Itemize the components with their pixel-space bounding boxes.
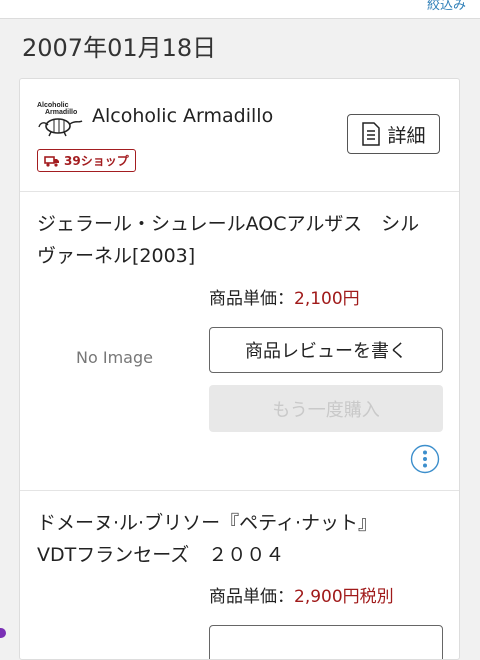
shop-header: Alcoholic Armadillo Alcoholic Armadillo … (20, 79, 459, 192)
item-title[interactable]: ドメーヌ·ル·ブリソー『ペティ·ナット』 VDTフランセーズ ２００４ (37, 507, 447, 571)
shop-badge-label: 39ショップ (64, 154, 129, 168)
write-review-button[interactable] (209, 625, 443, 659)
item-price: 商品単価：2,100円 (209, 284, 360, 309)
item-price-label: 商品単価： (209, 587, 294, 607)
item-price-value: 2,100円 (294, 289, 360, 309)
shop-name[interactable]: Alcoholic Armadillo (92, 105, 273, 127)
shop-logo: Alcoholic Armadillo (37, 102, 83, 137)
truck-icon (44, 155, 59, 167)
order-item: ジェラール・シュレールAOCアルザス シル ヴァーネル[2003] 商品単価：2… (20, 192, 459, 491)
buy-again-button[interactable]: もう一度購入 (209, 385, 443, 432)
item-title[interactable]: ジェラール・シュレールAOCアルザス シル ヴァーネル[2003] (37, 208, 447, 272)
document-icon (362, 122, 381, 146)
shop-logo-text-1: Alcoholic (37, 102, 69, 109)
filter-link[interactable]: 絞込み (427, 0, 466, 13)
order-card: Alcoholic Armadillo Alcoholic Armadillo … (19, 78, 460, 660)
shop-39-badge: 39ショップ (37, 149, 136, 172)
item-title-line-2: ヴァーネル[2003] (37, 245, 196, 267)
shop-detail-label: 詳細 (387, 124, 426, 147)
item-title-line-1: ドメーヌ·ル·ブリソー『ペティ·ナット』 (37, 512, 377, 534)
item-title-line-2: VDTフランセーズ ２００４ (37, 544, 285, 566)
item-title-line-1: ジェラール・シュレールAOCアルザス シル (37, 213, 420, 235)
item-price-label: 商品単価： (209, 289, 294, 309)
write-review-button[interactable]: 商品レビューを書く (209, 327, 443, 373)
item-price-value: 2,900円税別 (294, 587, 394, 607)
more-options-icon[interactable] (410, 444, 440, 474)
shop-logo-text-2: Armadillo (45, 109, 77, 116)
order-date-heading: 2007年01月18日 (22, 34, 217, 62)
shop-detail-button[interactable]: 詳細 (347, 114, 440, 154)
no-image-placeholder: No Image (76, 348, 153, 367)
top-bar: 絞込み (0, 0, 480, 19)
edge-indicator (0, 628, 6, 638)
order-item: ドメーヌ·ル·ブリソー『ペティ·ナット』 VDTフランセーズ ２００４ 商品単価… (20, 491, 459, 659)
item-price: 商品単価：2,900円税別 (209, 582, 394, 607)
